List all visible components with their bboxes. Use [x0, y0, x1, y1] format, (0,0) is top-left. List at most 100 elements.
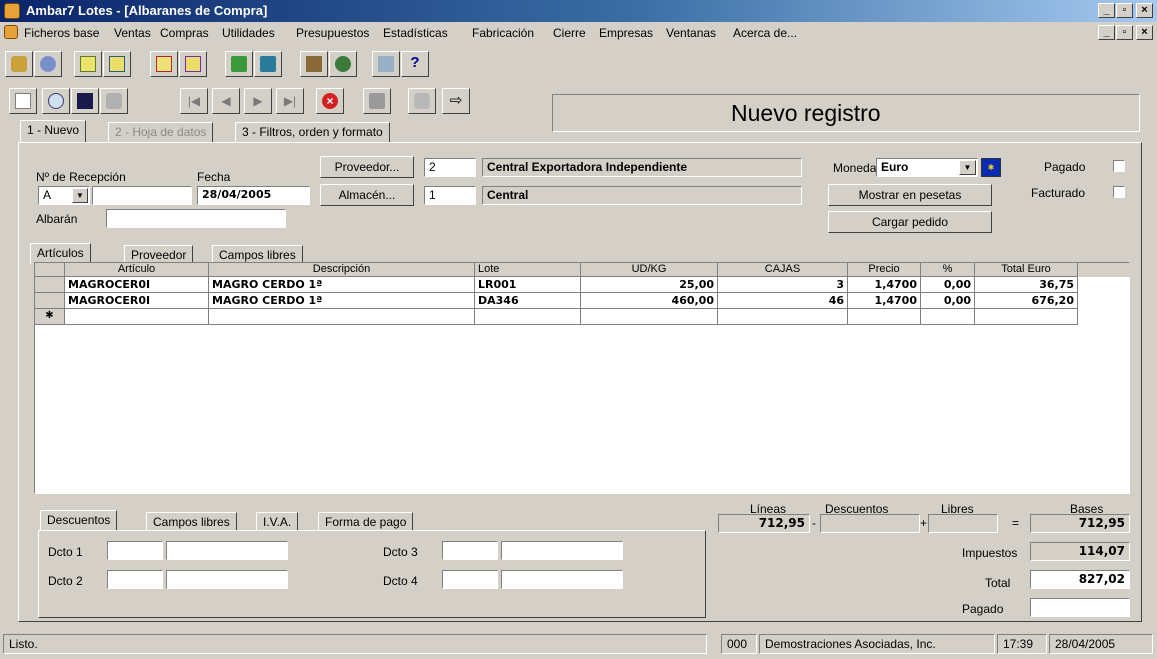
- transfer-out-icon[interactable]: [254, 51, 282, 77]
- handshake-icon[interactable]: [34, 51, 62, 77]
- grid-header-cajas[interactable]: CAJAS: [718, 263, 848, 277]
- table-cell-lote[interactable]: [475, 309, 581, 325]
- erase-icon[interactable]: [100, 88, 128, 114]
- recepcion-number-input[interactable]: [92, 186, 192, 205]
- attach-icon[interactable]: [408, 88, 436, 114]
- previous-record-icon[interactable]: ◀: [212, 88, 240, 114]
- tab-descuentos[interactable]: Descuentos: [40, 510, 118, 531]
- facturado-checkbox[interactable]: [1113, 186, 1125, 198]
- tab-nuevo[interactable]: 1 - Nuevo: [20, 120, 87, 142]
- menu-estadisticas[interactable]: Estadísticas: [383, 26, 448, 40]
- document-order-icon[interactable]: [179, 51, 207, 77]
- grid-header-precio[interactable]: Precio: [848, 263, 921, 277]
- next-record-icon[interactable]: ▶: [244, 88, 272, 114]
- table-cell-descripcion[interactable]: [209, 309, 475, 325]
- row-selector[interactable]: [35, 293, 65, 309]
- money-icon[interactable]: [329, 51, 357, 77]
- table-cell-porcentaje[interactable]: 0,00: [921, 277, 975, 293]
- factory-icon[interactable]: [300, 51, 328, 77]
- grid-header-lote[interactable]: Lote: [475, 263, 581, 277]
- table-cell-precio[interactable]: 1,4700: [848, 277, 921, 293]
- table-cell-articulo[interactable]: MAGROCER0I: [65, 293, 209, 309]
- tab-forma-de-pago[interactable]: Forma de pago: [318, 512, 414, 531]
- almacen-button[interactable]: Almacén...: [320, 184, 414, 206]
- maximize-icon[interactable]: ▫: [1116, 3, 1133, 18]
- help-icon[interactable]: ?: [401, 51, 429, 77]
- table-cell-udkg[interactable]: 25,00: [581, 277, 718, 293]
- table-cell-lote[interactable]: DA346: [475, 293, 581, 309]
- last-record-icon[interactable]: ▶|: [276, 88, 304, 114]
- table-cell-precio[interactable]: 1,4700: [848, 293, 921, 309]
- tab-filtros[interactable]: 3 - Filtros, orden y formato: [235, 122, 390, 142]
- tab-articulos[interactable]: Artículos: [30, 243, 91, 264]
- table-cell-precio[interactable]: [848, 309, 921, 325]
- table-cell-articulo[interactable]: [65, 309, 209, 325]
- grid-header-articulo[interactable]: Artículo: [65, 263, 209, 277]
- dcto2-percent-input[interactable]: [107, 570, 163, 589]
- menu-fabricacion[interactable]: Fabricación: [472, 26, 534, 40]
- dcto4-percent-input[interactable]: [442, 570, 498, 589]
- child-close-icon[interactable]: ×: [1136, 25, 1153, 40]
- proveedor-code-input[interactable]: 2: [424, 158, 476, 177]
- table-cell-descripcion[interactable]: MAGRO CERDO 1ª: [209, 293, 475, 309]
- proveedor-button[interactable]: Proveedor...: [320, 156, 414, 178]
- menu-ficheros-base[interactable]: Ficheros base: [24, 26, 99, 40]
- pagado-input[interactable]: [1030, 598, 1130, 617]
- tab-bottom-campos-libres[interactable]: Campos libres: [146, 512, 237, 531]
- menu-ventanas[interactable]: Ventanas: [666, 26, 716, 40]
- almacen-code-input[interactable]: 1: [424, 186, 476, 205]
- pagado-checkbox[interactable]: [1113, 160, 1125, 172]
- row-selector[interactable]: [35, 277, 65, 293]
- minimize-icon[interactable]: _: [1098, 3, 1115, 18]
- table-cell-cajas[interactable]: 3: [718, 277, 848, 293]
- dcto3-amount-input[interactable]: [501, 541, 623, 560]
- table-cell-descripcion[interactable]: MAGRO CERDO 1ª: [209, 277, 475, 293]
- table-cell-lote[interactable]: LR001: [475, 277, 581, 293]
- tab-iva[interactable]: I.V.A.: [256, 512, 299, 531]
- table-cell-articulo[interactable]: MAGROCER0I: [65, 277, 209, 293]
- document-purchase-icon[interactable]: [150, 51, 178, 77]
- table-cell-cajas[interactable]: 46: [718, 293, 848, 309]
- mostrar-pesetas-button[interactable]: Mostrar en pesetas: [828, 184, 992, 206]
- dcto1-amount-input[interactable]: [166, 541, 288, 560]
- dcto1-percent-input[interactable]: [107, 541, 163, 560]
- close-icon[interactable]: ×: [1136, 3, 1153, 18]
- menu-presupuestos[interactable]: Presupuestos: [296, 26, 369, 40]
- grid-header-total-euro[interactable]: Total Euro: [975, 263, 1078, 277]
- menu-utilidades[interactable]: Utilidades: [222, 26, 275, 40]
- save-icon[interactable]: [71, 88, 99, 114]
- print-icon[interactable]: [363, 88, 391, 114]
- transfer-in-icon[interactable]: [225, 51, 253, 77]
- grid-header-udkg[interactable]: UD/KG: [581, 263, 718, 277]
- exit-icon[interactable]: ⇨: [442, 88, 470, 114]
- serie-dropdown-icon[interactable]: ▼: [72, 188, 88, 203]
- grid-header-porcentaje[interactable]: %: [921, 263, 975, 277]
- table-cell-total[interactable]: [975, 309, 1078, 325]
- calculator-icon[interactable]: [372, 51, 400, 77]
- menu-ventas[interactable]: Ventas: [114, 26, 151, 40]
- cargar-pedido-button[interactable]: Cargar pedido: [828, 211, 992, 233]
- dcto2-amount-input[interactable]: [166, 570, 288, 589]
- first-record-icon[interactable]: |◀: [180, 88, 208, 114]
- table-cell-udkg[interactable]: [581, 309, 718, 325]
- tab-hoja-de-datos[interactable]: 2 - Hoja de datos: [108, 122, 214, 142]
- search-icon[interactable]: [42, 88, 70, 114]
- phone-icon[interactable]: [5, 51, 33, 77]
- grid-header-descripcion[interactable]: Descripción: [209, 263, 475, 277]
- table-cell-udkg[interactable]: 460,00: [581, 293, 718, 309]
- child-maximize-icon[interactable]: ▫: [1116, 25, 1133, 40]
- dcto3-percent-input[interactable]: [442, 541, 498, 560]
- table-cell-porcentaje[interactable]: [921, 309, 975, 325]
- menu-empresas[interactable]: Empresas: [599, 26, 653, 40]
- table-cell-porcentaje[interactable]: 0,00: [921, 293, 975, 309]
- document-check-icon[interactable]: [103, 51, 131, 77]
- moneda-dropdown-icon[interactable]: ▼: [959, 160, 976, 175]
- menu-cierre[interactable]: Cierre: [553, 26, 586, 40]
- dcto4-amount-input[interactable]: [501, 570, 623, 589]
- table-cell-total[interactable]: 36,75: [975, 277, 1078, 293]
- new-document-icon[interactable]: [9, 88, 37, 114]
- menu-compras[interactable]: Compras: [160, 26, 209, 40]
- fecha-input[interactable]: 28/04/2005: [197, 186, 310, 205]
- table-cell-cajas[interactable]: [718, 309, 848, 325]
- table-cell-total[interactable]: 676,20: [975, 293, 1078, 309]
